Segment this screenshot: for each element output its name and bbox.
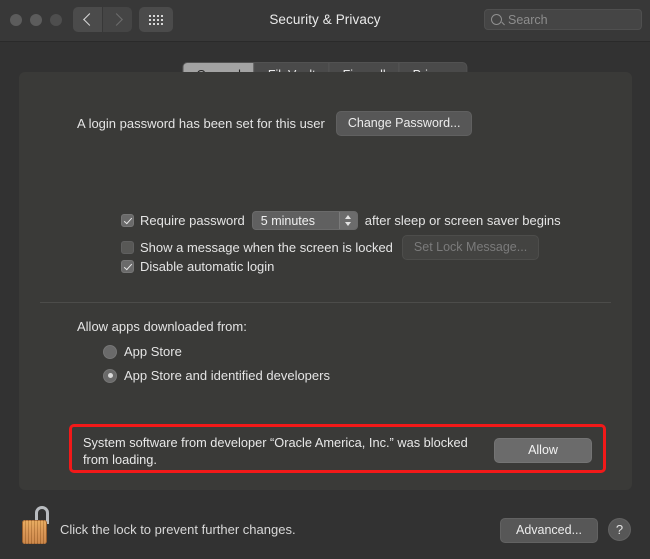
require-password-checkbox[interactable]: [121, 214, 134, 227]
login-password-row: A login password has been set for this u…: [77, 111, 473, 136]
radio-app-store-and-identified-developers[interactable]: App Store and identified developers: [103, 368, 330, 383]
show-lock-message-checkbox[interactable]: [121, 241, 134, 254]
disable-auto-login-row: Disable automatic login: [121, 259, 274, 274]
window-titlebar: Security & Privacy: [0, 0, 650, 42]
require-password-interval-value: 5 minutes: [260, 213, 315, 228]
require-password-label: Require password: [140, 213, 245, 228]
radio-app-store[interactable]: App Store: [103, 344, 182, 359]
search-icon: [491, 14, 502, 25]
allow-button[interactable]: Allow: [494, 438, 592, 463]
radio-identified-developers-indicator[interactable]: [103, 368, 117, 383]
set-lock-message-button[interactable]: Set Lock Message...: [401, 235, 540, 260]
disable-auto-login-checkbox[interactable]: [121, 260, 134, 273]
radio-app-store-indicator[interactable]: [103, 344, 117, 359]
change-password-button[interactable]: Change Password...: [335, 111, 473, 136]
require-password-row: Require password 5 minutes after sleep o…: [121, 211, 561, 230]
blocked-software-alert: System software from developer “Oracle A…: [69, 424, 606, 473]
show-lock-message-label: Show a message when the screen is locked: [140, 240, 393, 255]
help-button[interactable]: ?: [608, 518, 631, 541]
section-divider: [40, 302, 611, 303]
login-status-text: A login password has been set for this u…: [77, 116, 325, 131]
require-password-interval-popup[interactable]: 5 minutes: [251, 211, 358, 230]
allow-apps-heading: Allow apps downloaded from:: [77, 319, 247, 334]
unlocked-padlock-icon[interactable]: [22, 506, 54, 546]
radio-app-store-label: App Store: [124, 344, 182, 359]
disable-auto-login-label: Disable automatic login: [140, 259, 275, 274]
security-privacy-window: Security & Privacy General FileVault Fir…: [0, 0, 650, 559]
blocked-software-message: System software from developer “Oracle A…: [83, 435, 468, 467]
stepper-chevrons-icon[interactable]: [338, 212, 357, 229]
search-input[interactable]: [508, 12, 635, 27]
show-lock-message-row: Show a message when the screen is locked…: [121, 235, 540, 260]
search-field[interactable]: [484, 9, 642, 30]
require-password-suffix-label: after sleep or screen saver begins: [364, 213, 561, 228]
radio-identified-developers-label: App Store and identified developers: [124, 368, 330, 383]
advanced-button[interactable]: Advanced...: [500, 518, 598, 543]
general-settings-panel: A login password has been set for this u…: [19, 72, 632, 490]
lock-hint-text: Click the lock to prevent further change…: [60, 522, 296, 537]
